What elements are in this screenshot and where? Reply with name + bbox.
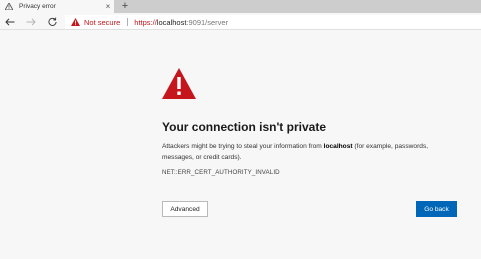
browser-toolbar: Not secure https://localhost:9091/server — [0, 13, 481, 30]
large-warning-icon — [162, 68, 196, 99]
new-tab-button[interactable]: + — [120, 0, 130, 13]
url-host: localhost — [156, 17, 187, 27]
desc-host: localhost — [323, 143, 353, 150]
url-text[interactable]: https://localhost:9091/server — [134, 18, 228, 27]
error-page: Your connection isn't private Attackers … — [0, 31, 481, 259]
address-divider — [127, 18, 129, 26]
forward-arrow-icon[interactable] — [24, 13, 38, 30]
warning-triangle-icon — [5, 3, 13, 11]
error-description: Attackers might be trying to steal your … — [162, 141, 452, 163]
desc-text-start: Attackers might be trying to steal your … — [162, 143, 324, 150]
url-path: :9091/server — [186, 17, 229, 27]
back-arrow-icon[interactable] — [3, 13, 17, 30]
not-secure-label[interactable]: Not secure — [84, 18, 120, 27]
tab-title: Privacy error — [19, 3, 56, 10]
tab-privacy-error[interactable]: Privacy error × — [0, 0, 114, 13]
page-title: Your connection isn't private — [162, 120, 326, 134]
not-secure-warning-icon[interactable] — [71, 18, 80, 27]
go-back-button[interactable]: Go back — [416, 201, 457, 217]
tab-strip: Privacy error × + — [0, 0, 481, 13]
address-bar[interactable]: Not secure https://localhost:9091/server — [65, 15, 481, 29]
refresh-icon[interactable] — [45, 13, 59, 30]
advanced-button[interactable]: Advanced — [162, 201, 208, 217]
tab-close-button[interactable]: × — [102, 0, 114, 13]
url-scheme: https:// — [134, 17, 157, 27]
error-code: NET::ERR_CERT_AUTHORITY_INVALID — [162, 169, 280, 176]
